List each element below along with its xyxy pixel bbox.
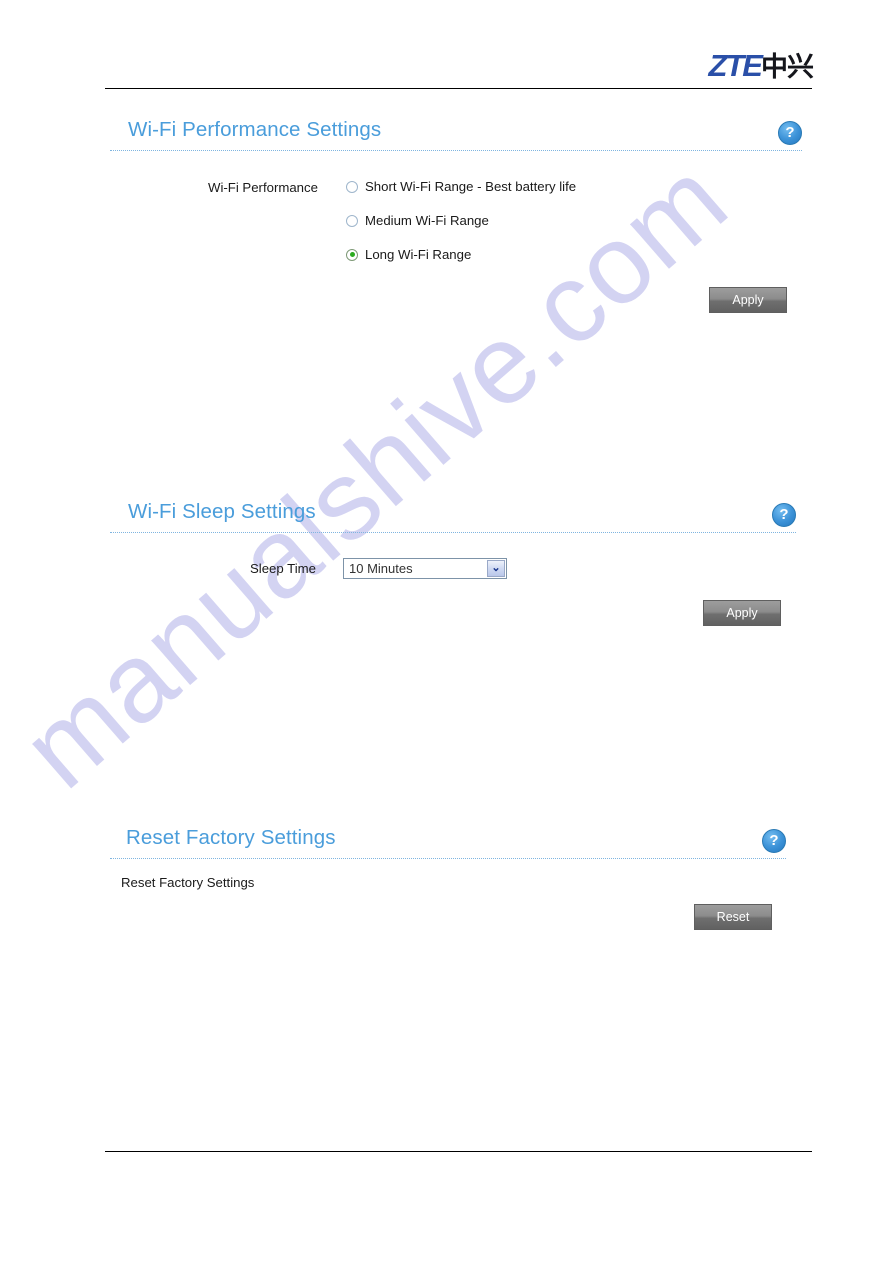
zte-logo-latin: ZTE (708, 48, 763, 83)
help-icon[interactable]: ? (772, 503, 796, 527)
section-divider (110, 532, 796, 533)
help-icon[interactable]: ? (778, 121, 802, 145)
sleep-time-label: Sleep Time (250, 561, 316, 576)
reset-factory-description: Reset Factory Settings (121, 875, 255, 890)
zte-logo: ZTE中兴 (708, 48, 814, 83)
wifi-performance-label: Wi-Fi Performance (208, 180, 318, 195)
sleep-time-select[interactable]: 10 Minutes ⌄ (343, 558, 507, 579)
section-wifi-performance: Wi-Fi Performance Settings ? Wi-Fi Perfo… (0, 118, 896, 313)
section-header: Wi-Fi Sleep Settings ? (0, 500, 896, 540)
radio-option-label: Long Wi-Fi Range (365, 247, 472, 262)
document-page: ZTE中兴 Wi-Fi Performance Settings ? Wi-Fi… (0, 0, 896, 1267)
apply-button[interactable]: Apply (709, 287, 787, 313)
section-header: Reset Factory Settings ? (0, 826, 896, 866)
chevron-down-icon[interactable]: ⌄ (487, 560, 505, 577)
section-title-wifi-sleep: Wi-Fi Sleep Settings (128, 500, 316, 523)
radio-short-range-icon[interactable] (346, 180, 358, 193)
radio-option-label: Short Wi-Fi Range - Best battery life (365, 179, 577, 194)
header-rule (105, 88, 812, 89)
sleep-time-value: 10 Minutes (349, 561, 413, 576)
radio-medium-range-icon[interactable] (346, 214, 358, 227)
help-icon[interactable]: ? (762, 829, 786, 853)
section-header: Wi-Fi Performance Settings ? (0, 118, 896, 158)
section-title-reset-factory: Reset Factory Settings (126, 826, 336, 849)
footer-rule (105, 1151, 812, 1152)
radio-option-label: Medium Wi-Fi Range (365, 213, 489, 228)
section-divider (110, 858, 786, 859)
page-title: Wi-Fi Performance Settings (128, 118, 382, 141)
apply-button[interactable]: Apply (703, 600, 781, 626)
reset-button[interactable]: Reset (694, 904, 772, 930)
zte-logo-cjk: 中兴 (761, 52, 814, 83)
section-reset-factory: Reset Factory Settings ? Reset Factory S… (0, 826, 896, 930)
radio-option-short-range[interactable]: Short Wi-Fi Range - Best battery life (346, 179, 576, 194)
radio-option-medium-range[interactable]: Medium Wi-Fi Range (346, 213, 489, 228)
radio-long-range-icon[interactable] (346, 248, 358, 261)
radio-option-long-range[interactable]: Long Wi-Fi Range (346, 247, 471, 262)
section-divider (110, 150, 802, 151)
section-wifi-sleep: Wi-Fi Sleep Settings ? Sleep Time 10 Min… (0, 500, 896, 626)
